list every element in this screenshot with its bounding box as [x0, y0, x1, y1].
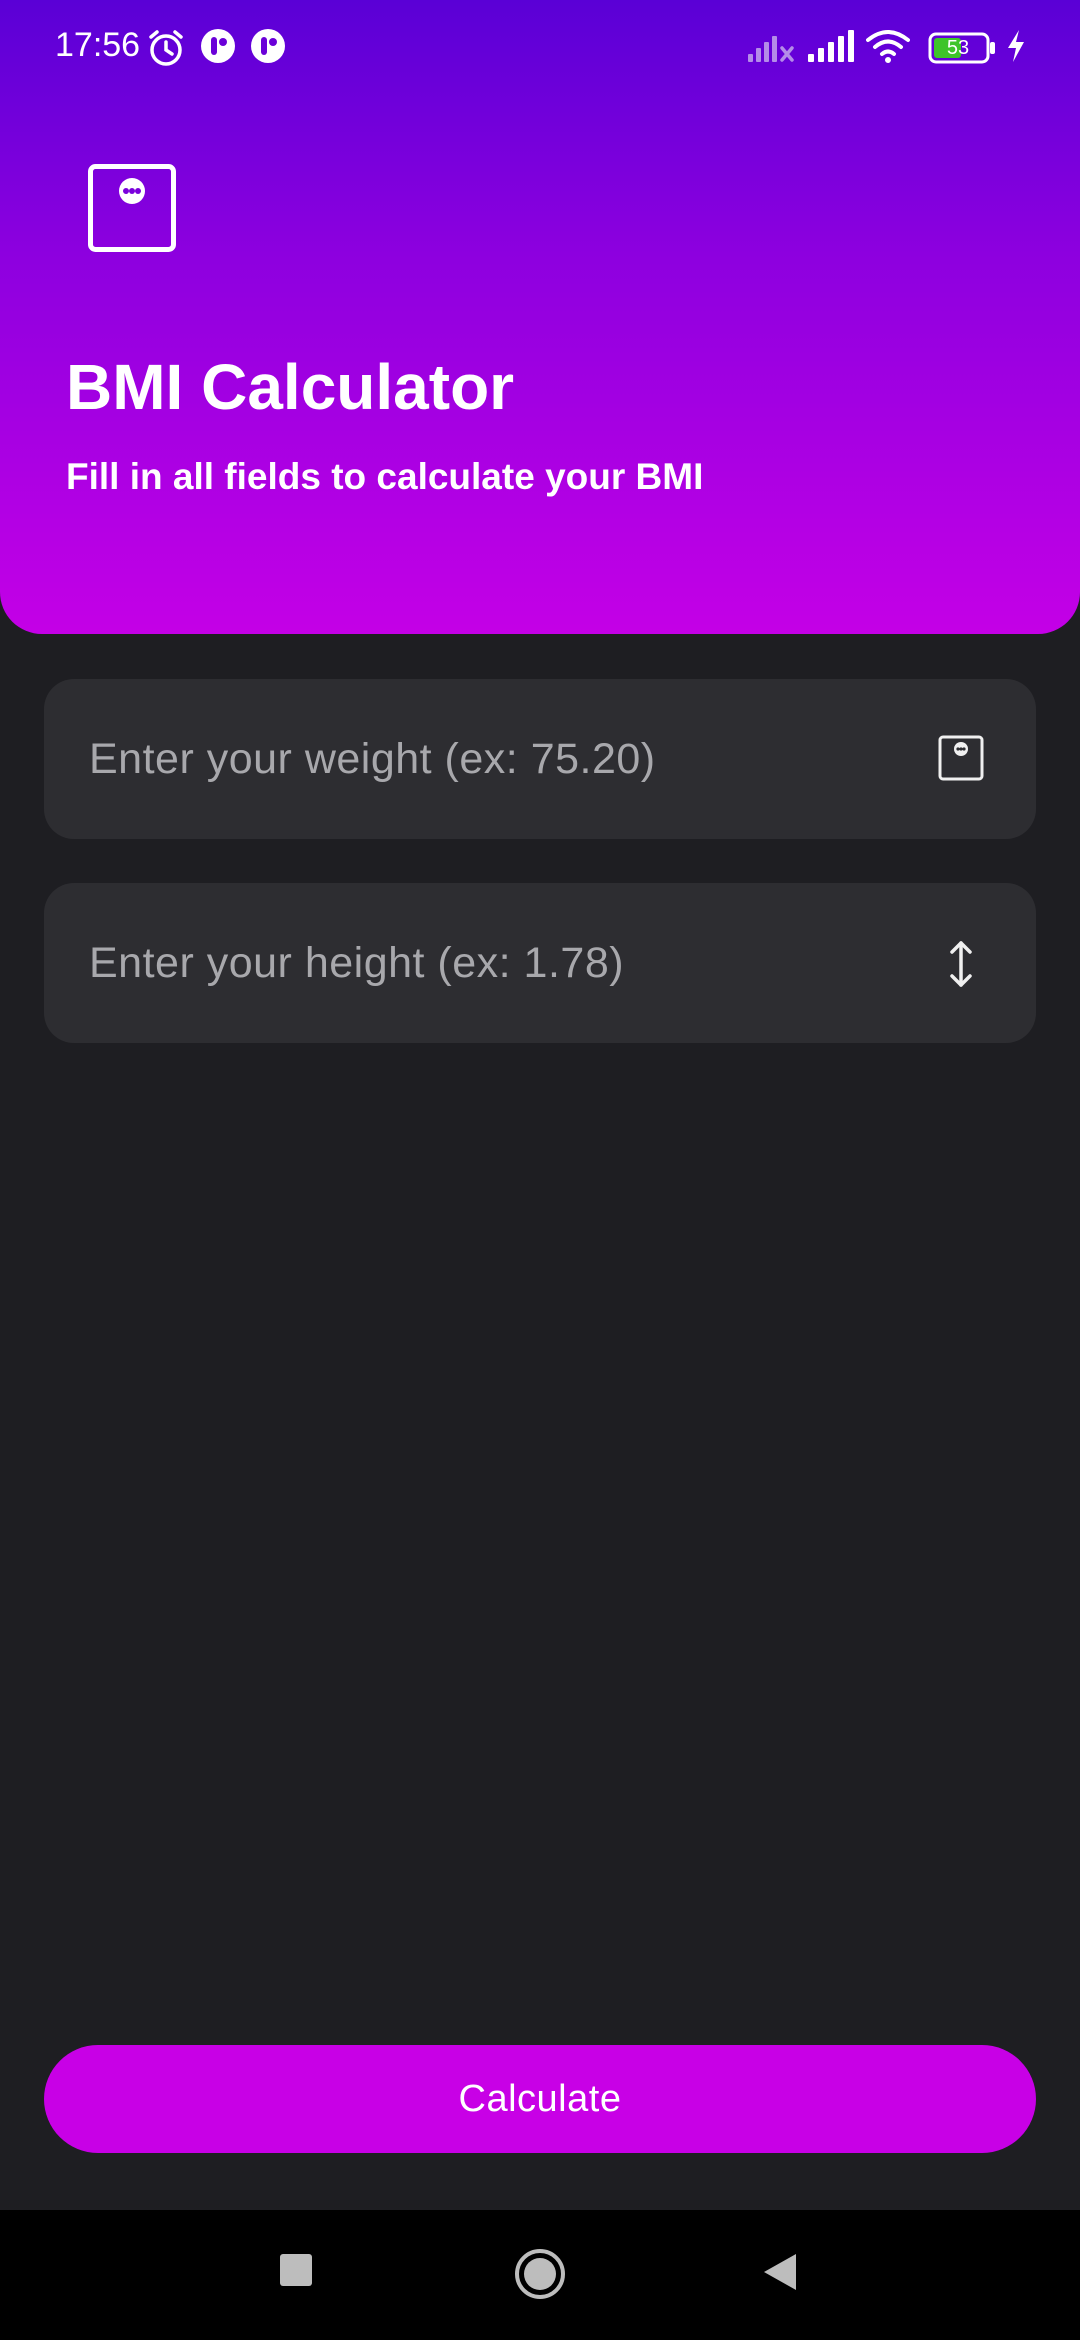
scale-icon — [88, 164, 176, 252]
signal-icon — [808, 30, 854, 62]
recents-button[interactable] — [278, 2252, 314, 2288]
wifi-icon — [866, 30, 910, 63]
battery-icon: 53 — [928, 32, 998, 64]
navigation-bar — [0, 2210, 1080, 2340]
app-icon — [201, 29, 235, 63]
charging-icon — [1008, 30, 1024, 62]
height-field[interactable] — [44, 883, 1036, 1043]
page-title: BMI Calculator — [66, 351, 515, 423]
back-button[interactable] — [762, 2252, 798, 2292]
weight-field[interactable] — [44, 679, 1036, 839]
status-bar: 17:56 53 — [0, 0, 1080, 96]
signal-off-icon — [748, 36, 794, 62]
alarm-icon — [149, 30, 183, 66]
battery-level: 53 — [946, 37, 970, 59]
calculate-button[interactable]: Calculate — [44, 2045, 1036, 2153]
page-subtitle: Fill in all fields to calculate your BMI — [66, 456, 704, 497]
weight-input[interactable] — [89, 679, 909, 839]
screen: 17:56 53 BMI Calculator Fill in all fiel… — [0, 0, 1080, 2340]
status-time: 17:56 — [55, 26, 141, 64]
height-input[interactable] — [89, 883, 909, 1043]
vertical-arrows-icon — [950, 941, 972, 987]
scale-icon — [938, 735, 984, 781]
app-icon — [251, 29, 285, 63]
header: 17:56 53 BMI Calculator Fill in all fiel… — [0, 0, 1080, 634]
home-button[interactable] — [514, 2248, 566, 2300]
